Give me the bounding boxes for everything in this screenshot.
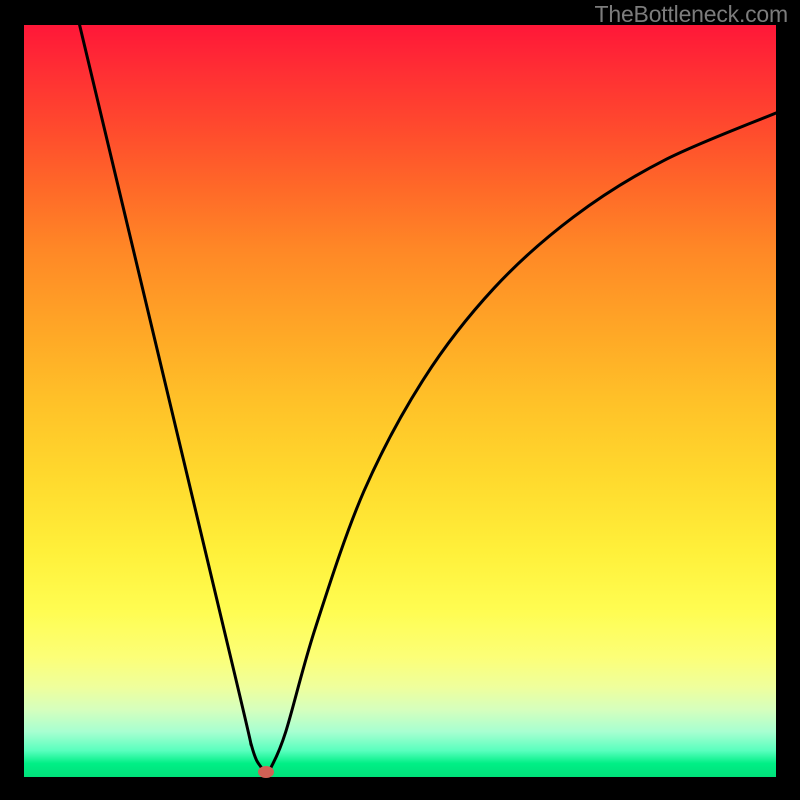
attribution-label: TheBottleneck.com	[595, 1, 788, 28]
optimal-point-marker	[258, 766, 274, 778]
chart-plot-area	[24, 25, 776, 777]
curve-path	[80, 25, 776, 773]
bottleneck-curve	[24, 25, 776, 777]
